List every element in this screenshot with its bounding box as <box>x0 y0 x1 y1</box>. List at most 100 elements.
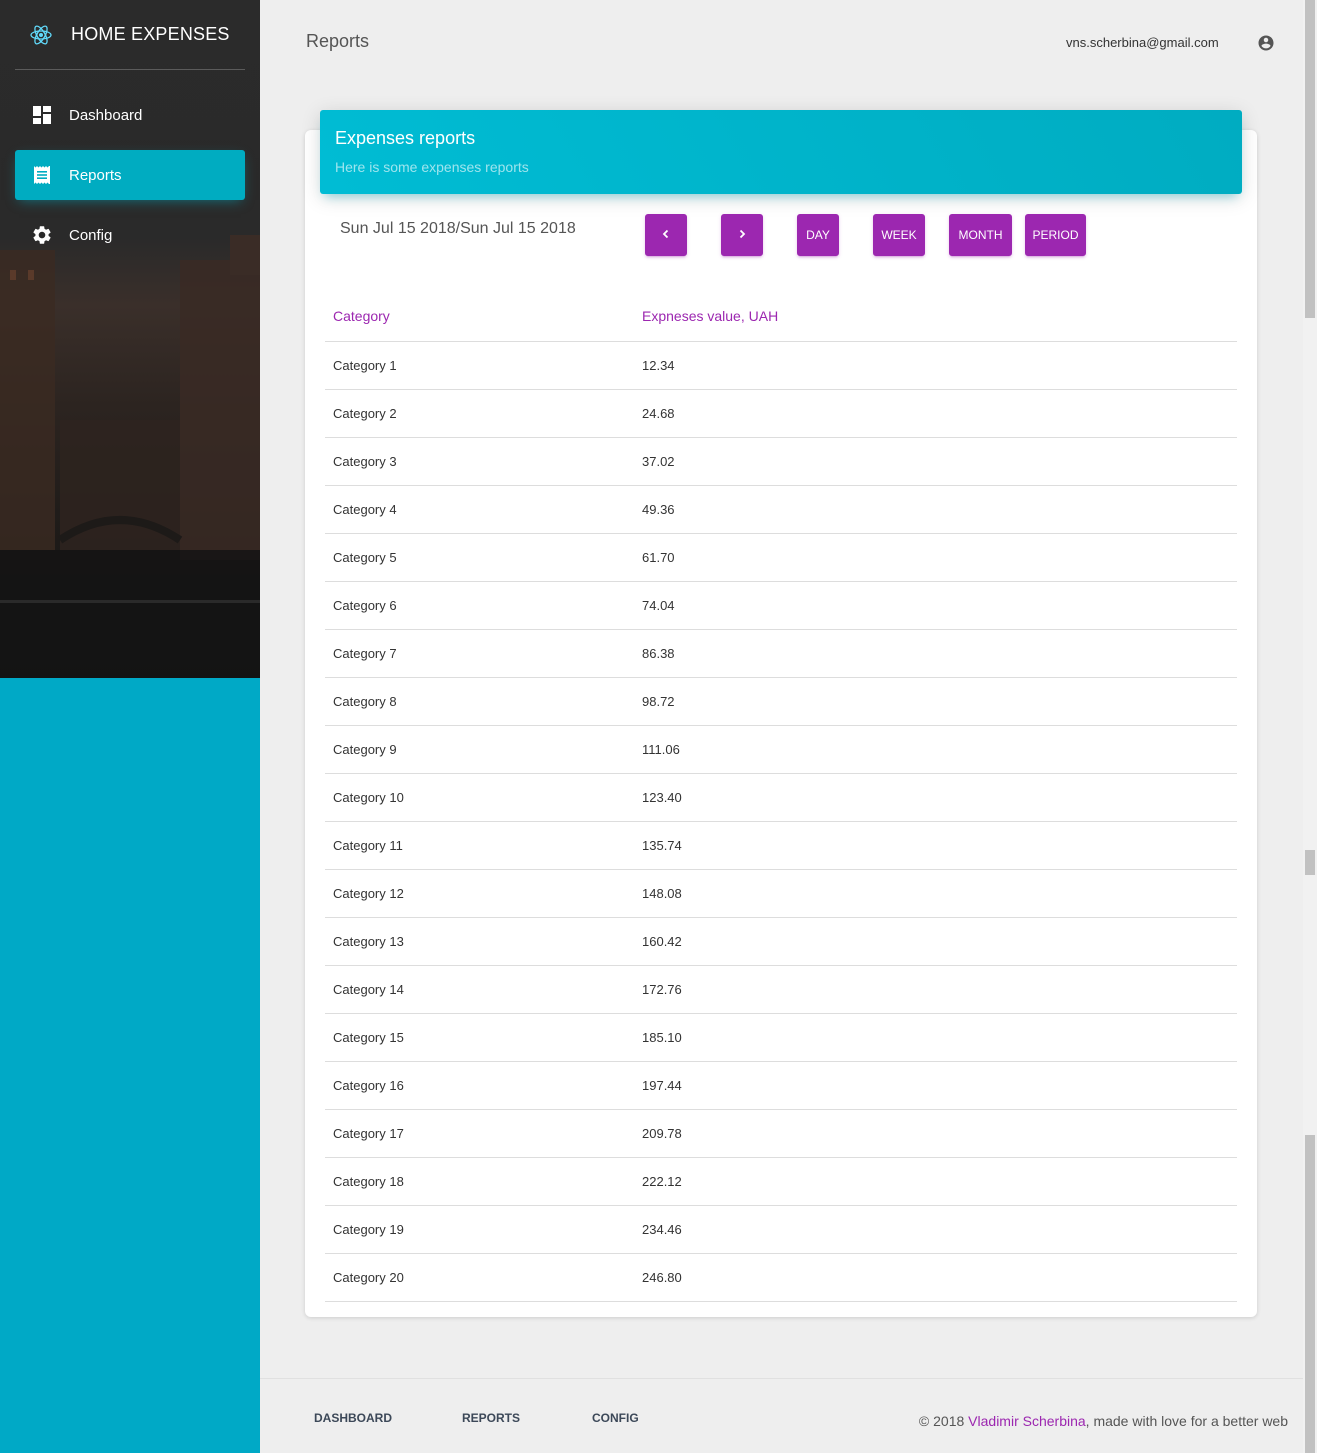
table-row: Category 5 61.70 <box>325 534 1237 582</box>
value-cell: 24.68 <box>642 406 675 421</box>
table-row: Category 3 37.02 <box>325 438 1237 486</box>
scrollbar-thumb[interactable] <box>1305 0 1315 318</box>
table-row: Category 15 185.10 <box>325 1014 1237 1062</box>
table-row: Category 8 98.72 <box>325 678 1237 726</box>
table-row: Category 16 197.44 <box>325 1062 1237 1110</box>
table-row: Category 12 148.08 <box>325 870 1237 918</box>
sidebar-item-config[interactable]: Config <box>15 210 245 260</box>
date-range-label: Sun Jul 15 2018/Sun Jul 15 2018 <box>340 220 576 237</box>
category-cell: Category 18 <box>333 1174 404 1189</box>
category-cell: Category 8 <box>333 694 397 709</box>
category-cell: Category 4 <box>333 502 397 517</box>
category-cell: Category 20 <box>333 1270 404 1285</box>
value-cell: 197.44 <box>642 1078 682 1093</box>
value-cell: 61.70 <box>642 550 675 565</box>
value-cell: 12.34 <box>642 358 675 373</box>
author-link[interactable]: Vladimir Scherbina <box>968 1413 1086 1429</box>
sidebar-item-dashboard[interactable]: Dashboard <box>15 90 245 140</box>
sidebar-item-label: Reports <box>69 166 122 184</box>
sidebar-item-label: Config <box>69 226 113 244</box>
month-button[interactable]: MONTH <box>949 214 1012 256</box>
value-cell: 234.46 <box>642 1222 682 1237</box>
table-row: Category 18 222.12 <box>325 1158 1237 1206</box>
scrollbar-thumb[interactable] <box>1305 1135 1315 1453</box>
footer-link-dashboard[interactable]: DASHBOARD <box>314 1411 392 1425</box>
brand[interactable]: HOME EXPENSES <box>15 0 245 70</box>
table-row: Category 4 49.36 <box>325 486 1237 534</box>
week-button[interactable]: WEEK <box>873 214 925 256</box>
card-header: Expenses reports Here is some expenses r… <box>320 110 1242 194</box>
value-cell: 148.08 <box>642 886 682 901</box>
previous-period-button[interactable] <box>645 214 687 256</box>
category-cell: Category 17 <box>333 1126 404 1141</box>
category-cell: Category 12 <box>333 886 404 901</box>
react-atom-icon <box>29 23 53 47</box>
category-cell: Category 3 <box>333 454 397 469</box>
value-cell: 222.12 <box>642 1174 682 1189</box>
scrollbar-thumb[interactable] <box>1305 850 1315 875</box>
category-cell: Category 6 <box>333 598 397 613</box>
footer: DASHBOARD REPORTS CONFIG © 2018 Vladimir… <box>260 1378 1303 1453</box>
category-cell: Category 7 <box>333 646 397 661</box>
value-cell: 185.10 <box>642 1030 682 1045</box>
expenses-table: Category Expneses value, UAH Category 11… <box>325 290 1237 1302</box>
table-row: Category 20 246.80 <box>325 1254 1237 1302</box>
table-row: Category 17 209.78 <box>325 1110 1237 1158</box>
receipt-icon <box>30 163 54 187</box>
value-cell: 37.02 <box>642 454 675 469</box>
gear-icon <box>30 223 54 247</box>
chevron-left-icon <box>660 228 672 243</box>
value-cell: 98.72 <box>642 694 675 709</box>
category-cell: Category 9 <box>333 742 397 757</box>
value-cell: 111.06 <box>642 742 680 757</box>
table-row: Category 14 172.76 <box>325 966 1237 1014</box>
table-row: Category 2 24.68 <box>325 390 1237 438</box>
value-cell: 49.36 <box>642 502 675 517</box>
table-row: Category 1 12.34 <box>325 342 1237 390</box>
day-button[interactable]: DAY <box>797 214 839 256</box>
category-cell: Category 14 <box>333 982 404 997</box>
app-title: HOME EXPENSES <box>71 24 230 44</box>
table-row: Category 13 160.42 <box>325 918 1237 966</box>
sidebar-nav: Dashboard Reports Config <box>15 90 245 270</box>
value-cell: 172.76 <box>642 982 682 997</box>
copyright: © 2018 Vladimir Scherbina, made with lov… <box>919 1413 1288 1429</box>
table-row: Category 10 123.40 <box>325 774 1237 822</box>
sidebar-item-label: Dashboard <box>69 106 143 124</box>
copyright-suffix: , made with love for a better web <box>1085 1413 1288 1429</box>
table-row: Category 9 111.06 <box>325 726 1237 774</box>
value-cell: 209.78 <box>642 1126 682 1141</box>
page-title: Reports <box>306 31 370 51</box>
next-period-button[interactable] <box>721 214 763 256</box>
table-row: Category 19 234.46 <box>325 1206 1237 1254</box>
category-cell: Category 19 <box>333 1222 404 1237</box>
sidebar-item-reports[interactable]: Reports <box>15 150 245 200</box>
category-cell: Category 11 <box>333 838 403 853</box>
account-circle-icon[interactable] <box>1257 34 1275 52</box>
category-cell: Category 13 <box>333 934 404 949</box>
value-cell: 160.42 <box>642 934 682 949</box>
table-body: Category 1 12.34 Category 2 24.68 Category 3… <box>325 342 1237 1302</box>
category-cell: Category 10 <box>333 790 404 805</box>
column-header-value: Expneses value, UAH <box>642 307 779 324</box>
value-cell: 246.80 <box>642 1270 682 1285</box>
footer-link-reports[interactable]: REPORTS <box>462 1411 520 1425</box>
category-cell: Category 1 <box>333 358 397 373</box>
page-scrollbar[interactable] <box>1303 0 1317 1453</box>
value-cell: 135.74 <box>642 838 682 853</box>
column-header-category: Category <box>333 307 390 324</box>
table-row: Category 6 74.04 <box>325 582 1237 630</box>
user-email[interactable]: vns.scherbina@gmail.com <box>1066 35 1219 50</box>
value-cell: 86.38 <box>642 646 675 661</box>
table-row: Category 11 135.74 <box>325 822 1237 870</box>
chevron-right-icon <box>736 228 748 243</box>
card-title: Expenses reports <box>335 128 476 148</box>
category-cell: Category 2 <box>333 406 397 421</box>
footer-link-config[interactable]: CONFIG <box>592 1411 639 1425</box>
period-button[interactable]: PERIOD <box>1025 214 1086 256</box>
sidebar: HOME EXPENSES Dashboard Reports Config <box>0 0 260 1453</box>
copyright-prefix: © 2018 <box>918 1413 969 1429</box>
category-cell: Category 5 <box>333 550 397 565</box>
card-subtitle: Here is some expenses reports <box>335 159 529 175</box>
category-cell: Category 16 <box>333 1078 404 1093</box>
